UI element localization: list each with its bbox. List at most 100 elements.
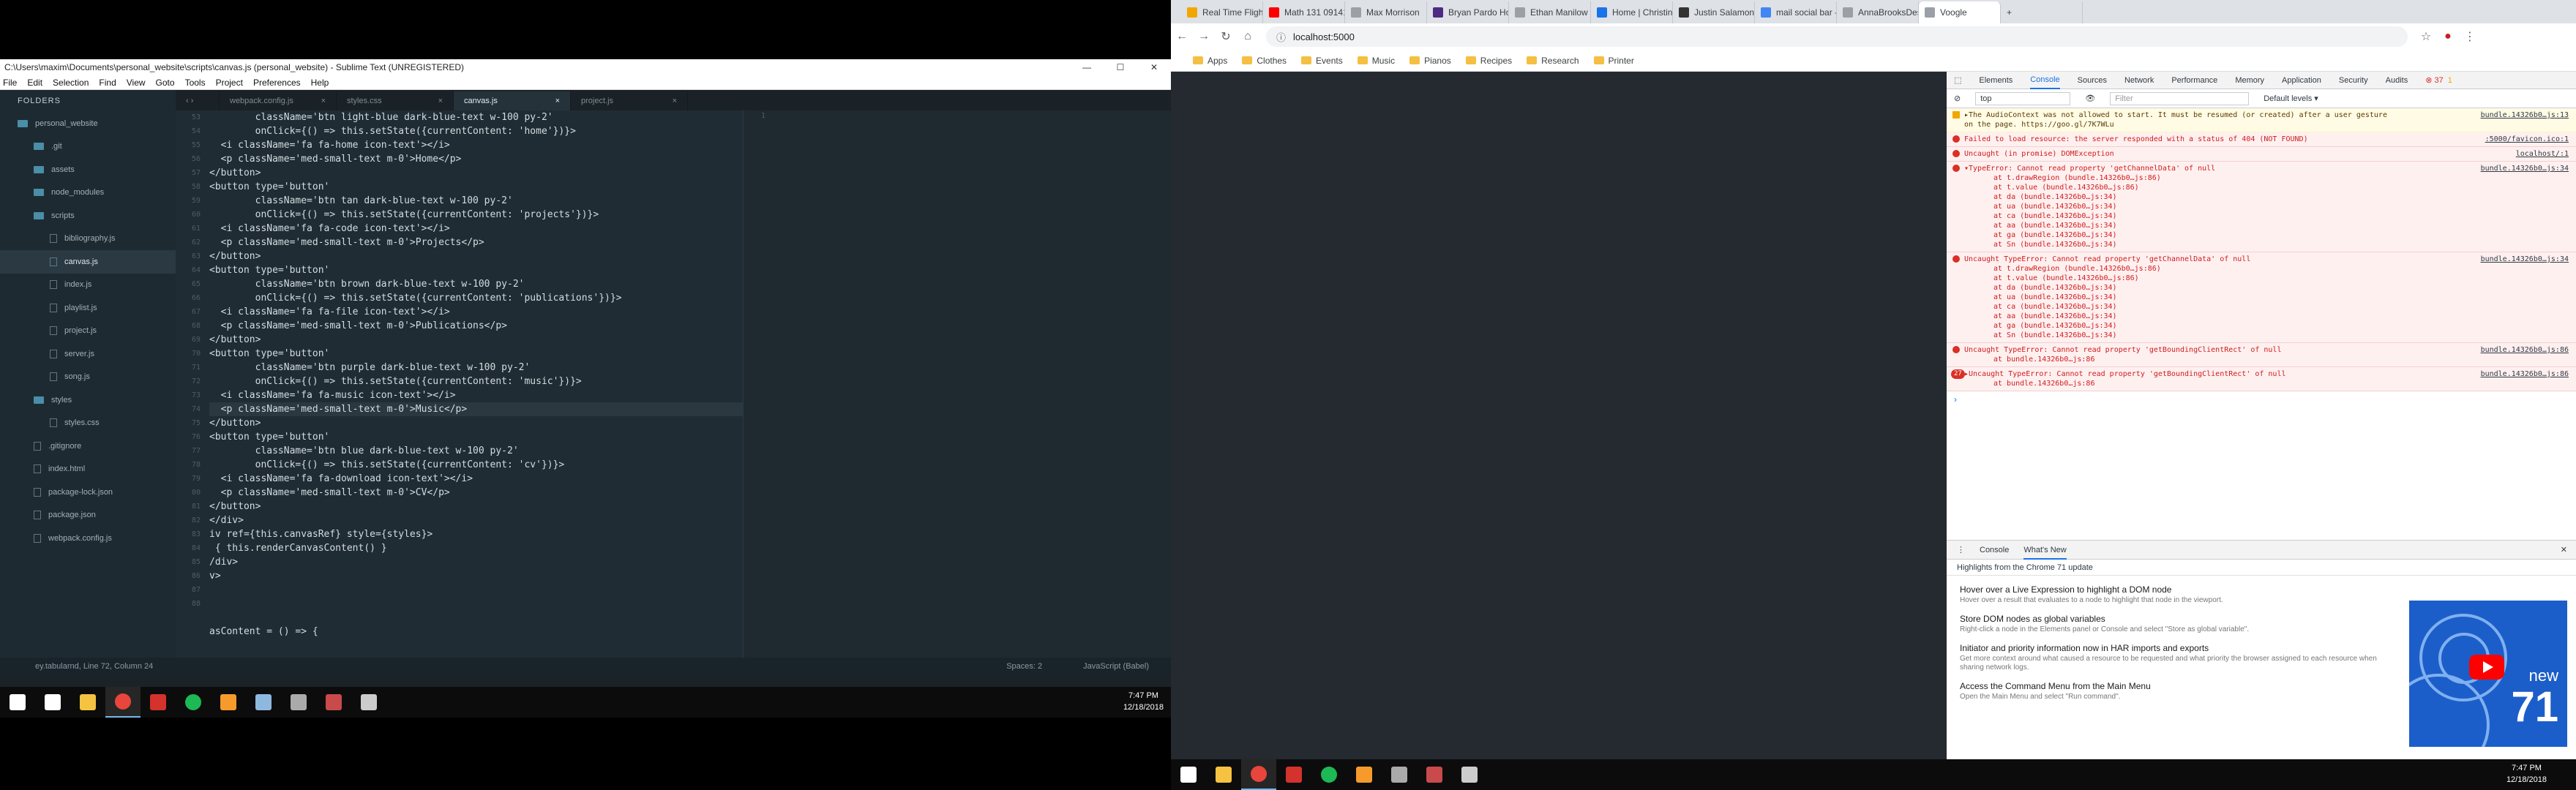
browser-tab[interactable]: Voogle [1919, 1, 2001, 23]
editor-tab[interactable]: webpack.config.js × [220, 91, 337, 110]
matlab-icon[interactable] [1417, 759, 1452, 790]
sidebar-item[interactable]: playlist.js [0, 296, 176, 320]
devtools-tab-sources[interactable]: Sources [2078, 76, 2107, 85]
stack-frame[interactable]: at bundle.14326b0…js:86 [1964, 355, 2569, 364]
whats-new-item[interactable]: Hover over a Live Expression to highligh… [1947, 584, 2378, 605]
error-count-badge[interactable]: ⊗ 37 1 [2425, 75, 2452, 85]
console-message[interactable]: Failed to load resource: the server resp… [1947, 132, 2576, 147]
sidebar-item[interactable]: server.js [0, 342, 176, 366]
sidebar-item[interactable]: .gitignore [0, 434, 176, 458]
clear-console-icon[interactable]: ⊘ [1954, 94, 1961, 103]
play-icon[interactable] [2469, 655, 2504, 680]
spotify-icon[interactable] [176, 687, 211, 718]
sidebar-item[interactable]: assets [0, 158, 176, 181]
eye-icon[interactable]: 👁 [2085, 94, 2095, 103]
close-icon[interactable]: × [673, 97, 677, 105]
acrobat-icon[interactable] [1276, 759, 1311, 790]
profile-avatar[interactable]: ● [2437, 30, 2459, 43]
editor-tab[interactable]: project.js × [571, 91, 688, 110]
file-explorer-icon[interactable] [70, 687, 105, 718]
sidebar-item[interactable]: .git [0, 135, 176, 159]
menu-help[interactable]: Help [311, 78, 329, 88]
code-area[interactable]: className='btn light-blue dark-blue-text… [209, 110, 743, 639]
console-message[interactable]: ▾TypeError: Cannot read property 'getCha… [1947, 162, 2576, 252]
stack-frame[interactable]: at da (bundle.14326b0…js:34) [1964, 192, 2569, 202]
notepad-icon[interactable] [246, 687, 281, 718]
chrome-icon[interactable] [1241, 759, 1276, 790]
sublime-icon[interactable] [1347, 759, 1382, 790]
start-icon[interactable] [1171, 759, 1206, 790]
browser-tab[interactable]: Real Time Flight Tr [1181, 1, 1263, 23]
info-icon[interactable]: ⓘ [1276, 30, 1286, 44]
reload-icon[interactable]: ↻ [1215, 29, 1237, 44]
drawer-tab[interactable]: Console [1980, 546, 2009, 554]
stack-frame[interactable]: at t.value (bundle.14326b0…js:86) [1964, 183, 2569, 192]
stack-frame[interactable]: at da (bundle.14326b0…js:34) [1964, 283, 2569, 293]
spotify-icon[interactable] [1311, 759, 1347, 790]
whats-new-item[interactable]: Initiator and priority information now i… [1947, 643, 2378, 672]
tab-nav-arrows[interactable]: ‹ › [176, 91, 220, 110]
sidebar-item[interactable]: webpack.config.js [0, 527, 176, 550]
stack-frame[interactable]: at Sn (bundle.14326b0…js:34) [1964, 240, 2569, 249]
browser-tab[interactable]: Justin Salamon - Ph [1673, 1, 1755, 23]
sidebar-item[interactable]: scripts [0, 204, 176, 227]
terminal-icon[interactable] [351, 687, 386, 718]
browser-tab[interactable]: AnnaBrooksDesign [1837, 1, 1919, 23]
close-button[interactable]: ✕ [1137, 59, 1171, 75]
home-icon[interactable]: ⌂ [1237, 30, 1259, 43]
console-source-link[interactable]: bundle.14326b0…js:13 [2481, 110, 2569, 120]
bookmark-item[interactable]: Music [1357, 56, 1395, 66]
sidebar-item[interactable]: project.js [0, 320, 176, 343]
console-message[interactable]: Uncaught (in promise) DOMException localh… [1947, 147, 2576, 162]
code-editor[interactable]: 53 54 55 56 57 58 59 60 61 62 63 64 65 66 67 68 69 70 71 72… [176, 110, 743, 658]
page-viewport[interactable] [1171, 72, 1947, 759]
stack-frame[interactable]: at ca (bundle.14326b0…js:34) [1964, 211, 2569, 221]
devtools-tab-network[interactable]: Network [2124, 76, 2154, 85]
sidebar-item[interactable]: styles.css [0, 412, 176, 435]
devtools-tab-elements[interactable]: Elements [1979, 76, 2012, 85]
sidebar-item[interactable]: index.html [0, 458, 176, 481]
console-message[interactable]: ▸The AudioContext was not allowed to sta… [1947, 108, 2576, 132]
sidebar-item[interactable]: styles [0, 388, 176, 412]
indent-setting[interactable]: Spaces: 2 [1006, 662, 1042, 671]
log-levels-select[interactable]: Default levels ▾ [2264, 94, 2318, 103]
drawer-tab[interactable]: What's New [2023, 541, 2067, 560]
sidebar-item[interactable]: personal_website [0, 112, 176, 135]
devtools-tab-audits[interactable]: Audits [2386, 76, 2408, 85]
calculator-icon[interactable] [1382, 759, 1417, 790]
minimize-button[interactable]: — [1070, 59, 1104, 75]
stack-frame[interactable]: at t.value (bundle.14326b0…js:86) [1964, 274, 2569, 283]
stack-frame[interactable]: at ca (bundle.14326b0…js:34) [1964, 302, 2569, 312]
bookmark-item[interactable]: Events [1301, 56, 1343, 66]
chrome-71-video-thumbnail[interactable]: new 71 [2409, 601, 2567, 747]
browser-tab[interactable]: Home | Christine N [1591, 1, 1673, 23]
whats-new-item[interactable]: Access the Command Menu from the Main Me… [1947, 681, 2378, 701]
sidebar-item[interactable]: node_modules [0, 181, 176, 205]
sidebar-item[interactable]: song.js [0, 366, 176, 389]
bookmark-item[interactable]: Recipes [1465, 56, 1512, 66]
address-bar[interactable]: ⓘ localhost:5000 [1266, 26, 2408, 47]
inspect-icon[interactable]: ⬚ [1954, 75, 1961, 85]
start-icon[interactable] [0, 687, 35, 718]
menu-file[interactable]: File [3, 78, 17, 88]
menu-tools[interactable]: Tools [185, 78, 206, 88]
sidebar-item[interactable]: canvas.js [0, 250, 176, 274]
editor-tab[interactable]: canvas.js × [454, 91, 571, 110]
forward-icon[interactable]: → [1193, 30, 1215, 43]
stack-frame[interactable]: at ga (bundle.14326b0…js:34) [1964, 321, 2569, 331]
bookmark-item[interactable]: Clothes [1242, 56, 1287, 66]
search-icon[interactable] [35, 687, 70, 718]
menu-project[interactable]: Project [216, 78, 243, 88]
sidebar-item[interactable]: bibliography.js [0, 227, 176, 251]
menu-edit[interactable]: Edit [27, 78, 42, 88]
close-icon[interactable]: × [555, 97, 560, 105]
editor-tab[interactable]: styles.css × [337, 91, 454, 110]
browser-tab[interactable]: Math 131 091416 [1263, 1, 1345, 23]
context-select[interactable]: top [1975, 91, 2071, 105]
close-icon[interactable]: × [438, 97, 443, 105]
back-icon[interactable]: ← [1171, 30, 1193, 43]
syntax-setting[interactable]: JavaScript (Babel) [1083, 662, 1149, 671]
calculator-icon[interactable] [281, 687, 316, 718]
browser-tab[interactable]: Ethan Manilow [1509, 1, 1591, 23]
menu-find[interactable]: Find [99, 78, 116, 88]
